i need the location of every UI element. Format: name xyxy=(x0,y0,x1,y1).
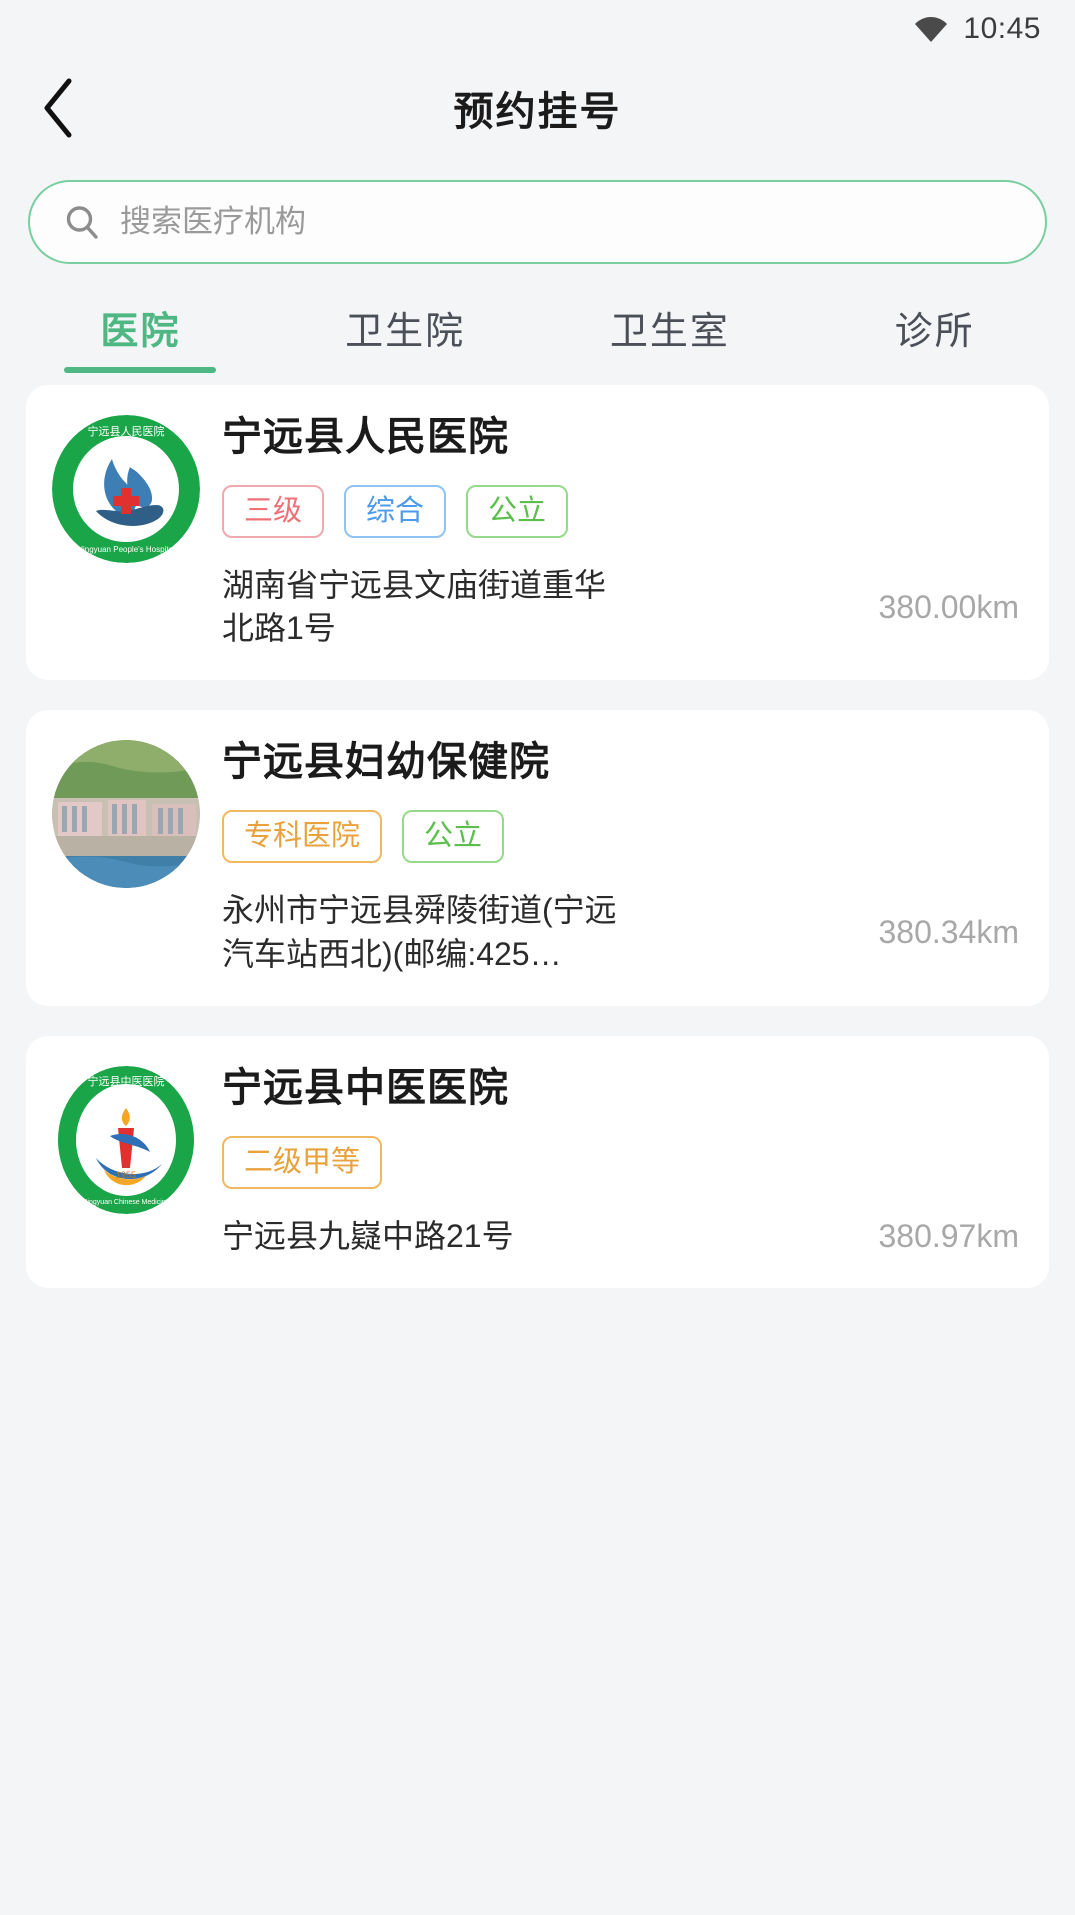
address-row: 宁远县九嶷中路21号 380.97km xyxy=(222,1215,1023,1258)
status-badge: 综合 xyxy=(344,485,447,538)
institution-distance: 380.34km xyxy=(878,914,1019,951)
status-badge: 公立 xyxy=(466,485,569,538)
search-box[interactable] xyxy=(28,180,1047,264)
tab-clinic[interactable]: 诊所 xyxy=(802,290,1067,373)
nav-bar: 预约挂号 xyxy=(0,58,1075,158)
svg-text:宁远县中医医院: 宁远县中医医院 xyxy=(88,1074,165,1088)
card-body: 宁远县妇幼保健院 专科医院 公立 永州市宁远县舜陵街道(宁远汽车站西北)(邮编:… xyxy=(222,736,1023,975)
search-section xyxy=(0,158,1075,264)
list-item[interactable]: 宁远县妇幼保健院 专科医院 公立 永州市宁远县舜陵街道(宁远汽车站西北)(邮编:… xyxy=(26,710,1049,1006)
chevron-left-icon xyxy=(38,76,78,140)
institution-distance: 380.97km xyxy=(878,1217,1019,1254)
institution-name: 宁远县妇幼保健院 xyxy=(222,740,550,785)
tab-label: 医院 xyxy=(100,311,181,353)
institution-name: 宁远县人民医院 xyxy=(222,415,509,459)
tag-row: 二级甲等 xyxy=(222,1135,1023,1189)
ningyuan-maternal-child-hospital-photo xyxy=(52,740,200,889)
card-body: 宁远县人民医院 三级 综合 公立 湖南省宁远县文庙街道重华北路1号 380.00… xyxy=(222,411,1023,650)
tab-label: 卫生室 xyxy=(609,311,730,353)
tag-row: 专科医院 公立 xyxy=(222,810,1023,864)
ningyuan-peoples-hospital-logo: 宁远县人民医院 Ningyuan People's Hospital xyxy=(52,415,200,563)
ningyuan-chinese-medicine-hospital-logo: 宁远县中医医院 1955 Ningyuan Chinese Medicine xyxy=(52,1065,200,1214)
status-time: 10:45 xyxy=(963,12,1041,45)
svg-text:Ningyuan People's Hospital: Ningyuan People's Hospital xyxy=(77,545,175,554)
search-icon xyxy=(64,204,100,240)
institution-address: 宁远县九嶷中路21号 xyxy=(222,1217,514,1254)
tab-hospital[interactable]: 医院 xyxy=(8,290,273,373)
category-tabs: 医院 卫生院 卫生室 诊所 xyxy=(0,290,1075,373)
svg-text:宁远县人民医院: 宁远县人民医院 xyxy=(88,424,165,438)
status-badge: 专科医院 xyxy=(222,810,383,864)
institution-name: 宁远县中医医院 xyxy=(222,1065,509,1110)
status-badge: 三级 xyxy=(222,485,325,538)
address-row: 永州市宁远县舜陵街道(宁远汽车站西北)(邮编:425… 380.34km xyxy=(222,889,1023,975)
back-button[interactable] xyxy=(24,74,92,142)
status-badge: 公立 xyxy=(402,810,505,864)
page-title: 预约挂号 xyxy=(453,90,622,134)
institution-address: 湖南省宁远县文庙街道重华北路1号 xyxy=(222,567,607,647)
status-bar: 10:45 xyxy=(0,0,1075,58)
institution-distance: 380.00km xyxy=(878,588,1019,625)
tag-row: 三级 综合 公立 xyxy=(222,485,1023,538)
svg-text:1955: 1955 xyxy=(116,1170,136,1180)
tab-label: 卫生院 xyxy=(345,311,466,353)
search-input[interactable] xyxy=(120,204,1011,240)
tab-label: 诊所 xyxy=(894,311,975,353)
list-item[interactable]: 宁远县中医医院 1955 Ningyuan Chinese Medicine 宁… xyxy=(26,1035,1049,1288)
svg-text:Ningyuan Chinese Medicine: Ningyuan Chinese Medicine xyxy=(82,1199,169,1206)
tab-health-room[interactable]: 卫生室 xyxy=(538,290,803,373)
list-item[interactable]: 宁远县人民医院 Ningyuan People's Hospital 宁远县人民… xyxy=(26,385,1049,681)
app-screen: 10:45 预约挂号 医院 卫 xyxy=(0,0,1075,1915)
institution-list: 宁远县人民医院 Ningyuan People's Hospital 宁远县人民… xyxy=(0,373,1075,1915)
institution-address: 永州市宁远县舜陵街道(宁远汽车站西北)(邮编:425… xyxy=(222,892,617,972)
wifi-icon xyxy=(913,14,949,44)
card-body: 宁远县中医医院 二级甲等 宁远县九嶷中路21号 380.97km xyxy=(222,1062,1023,1258)
address-row: 湖南省宁远县文庙街道重华北路1号 380.00km xyxy=(222,564,1023,650)
status-badge: 二级甲等 xyxy=(222,1135,383,1189)
tab-health-center[interactable]: 卫生院 xyxy=(273,290,538,373)
